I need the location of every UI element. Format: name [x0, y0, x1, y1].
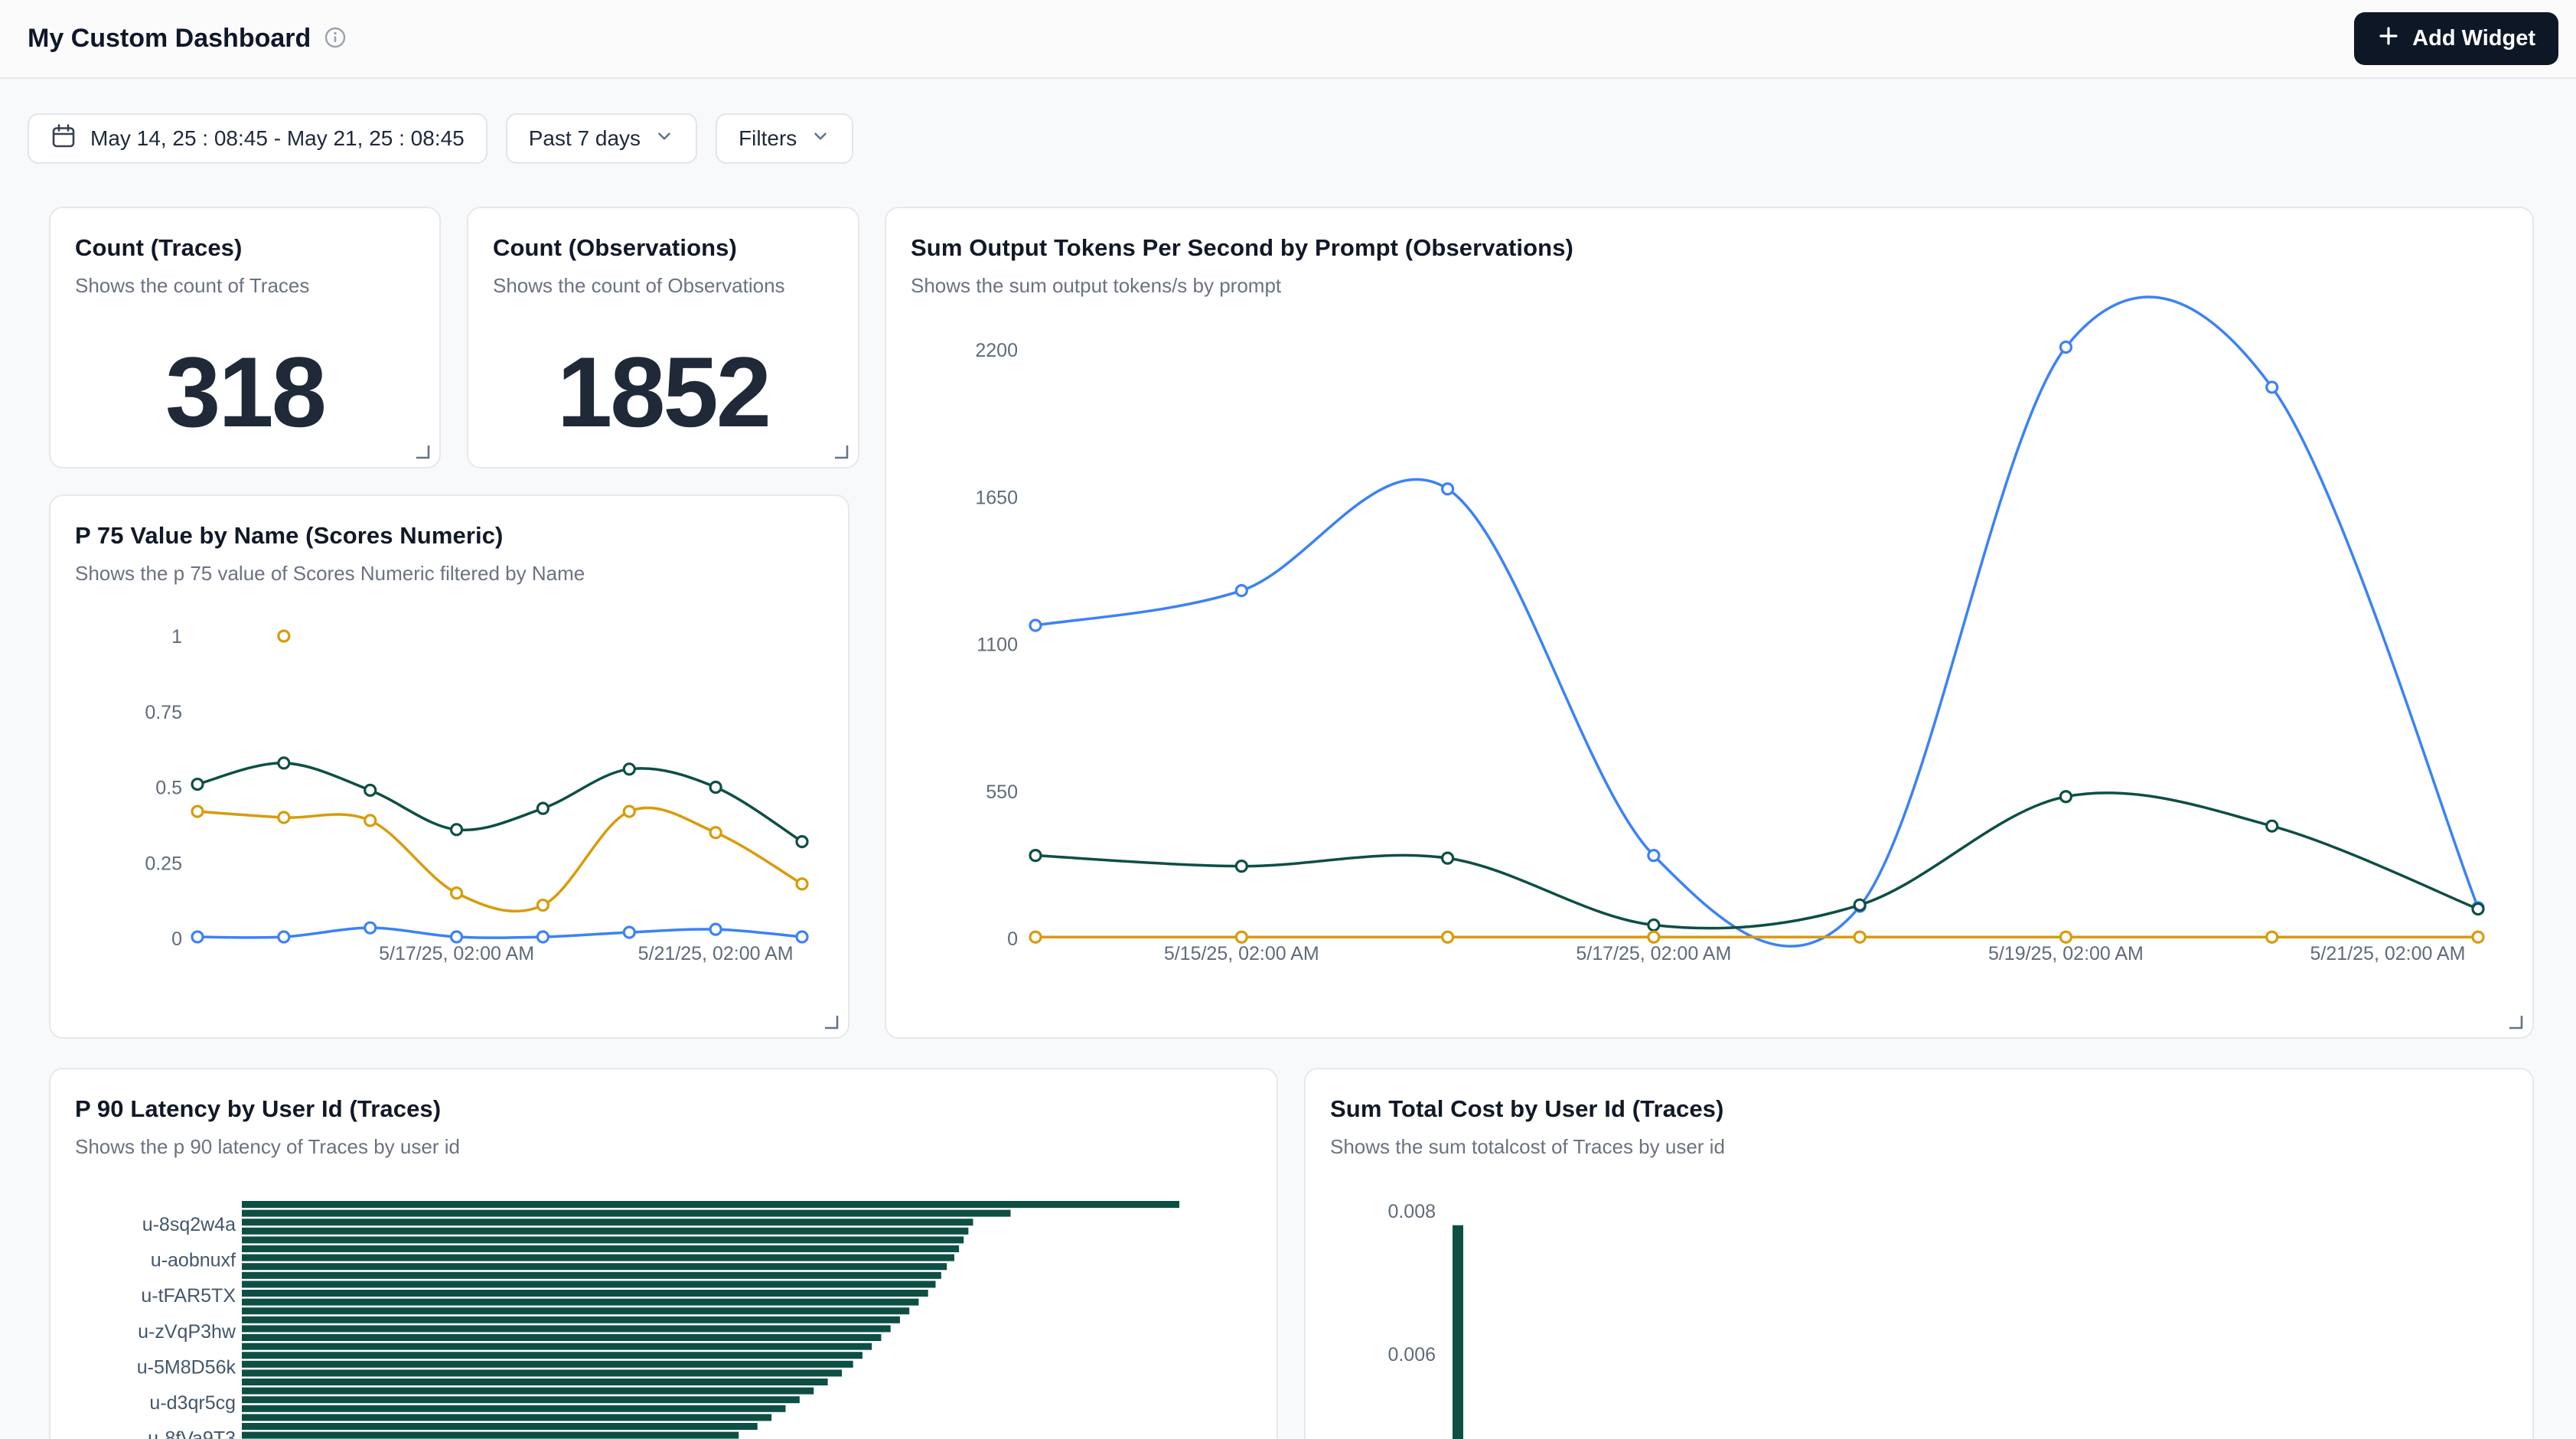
widget-subtitle: Shows the p 75 value of Scores Numeric f…	[75, 562, 823, 586]
resize-corner-icon[interactable]	[2506, 1013, 2523, 1029]
widget-subtitle: Shows the sum output tokens/s by prompt	[911, 274, 2508, 298]
widget-subtitle: Shows the sum totalcost of Traces by use…	[1330, 1135, 2508, 1159]
page-title: My Custom Dashboard	[28, 24, 311, 54]
widget-title: Sum Total Cost by User Id (Traces)	[1330, 1095, 2508, 1123]
calendar-icon	[51, 123, 77, 155]
resize-corner-icon[interactable]	[822, 1013, 839, 1029]
chevron-down-icon	[810, 126, 830, 152]
widget-title: Sum Output Tokens Per Second by Prompt (…	[911, 234, 2508, 262]
resize-corner-icon[interactable]	[413, 442, 430, 459]
plus-icon	[2377, 24, 2400, 54]
widget-count-observations: Count (Observations) Shows the count of …	[467, 207, 859, 468]
page-header: My Custom Dashboard Add Widget	[0, 0, 2576, 79]
widget-sum-total-cost: Sum Total Cost by User Id (Traces) Shows…	[1304, 1068, 2534, 1439]
widget-p90-latency: P 90 Latency by User Id (Traces) Shows t…	[49, 1068, 1278, 1439]
count-traces-value: 318	[75, 342, 415, 442]
dashboard-info-button[interactable]	[324, 27, 346, 51]
info-icon	[324, 27, 346, 51]
widget-count-traces: Count (Traces) Shows the count of Traces…	[49, 207, 441, 468]
widget-sum-output-tokens: Sum Output Tokens Per Second by Prompt (…	[885, 207, 2534, 1039]
add-widget-label: Add Widget	[2412, 26, 2535, 51]
widget-title: Count (Observations)	[493, 234, 833, 262]
filters-label: Filters	[739, 126, 797, 151]
time-preset-select[interactable]: Past 7 days	[506, 113, 697, 164]
widget-subtitle: Shows the count of Traces	[75, 274, 415, 298]
widget-p75-value: P 75 Value by Name (Scores Numeric) Show…	[49, 494, 849, 1039]
widget-title: P 75 Value by Name (Scores Numeric)	[75, 522, 823, 550]
resize-corner-icon[interactable]	[832, 442, 849, 459]
widget-title: P 90 Latency by User Id (Traces)	[75, 1095, 1252, 1123]
date-range-value: May 14, 25 : 08:45 - May 21, 25 : 08:45	[90, 126, 465, 151]
count-observations-value: 1852	[493, 342, 833, 442]
time-preset-value: Past 7 days	[529, 126, 641, 151]
widget-subtitle: Shows the count of Observations	[493, 274, 833, 298]
add-widget-button[interactable]: Add Widget	[2354, 12, 2558, 65]
chevron-down-icon	[654, 126, 674, 152]
toolbar: May 14, 25 : 08:45 - May 21, 25 : 08:45 …	[28, 113, 853, 164]
widget-subtitle: Shows the p 90 latency of Traces by user…	[75, 1135, 1252, 1159]
date-range-picker[interactable]: May 14, 25 : 08:45 - May 21, 25 : 08:45	[28, 113, 487, 164]
widget-title: Count (Traces)	[75, 234, 415, 262]
filters-button[interactable]: Filters	[716, 113, 853, 164]
